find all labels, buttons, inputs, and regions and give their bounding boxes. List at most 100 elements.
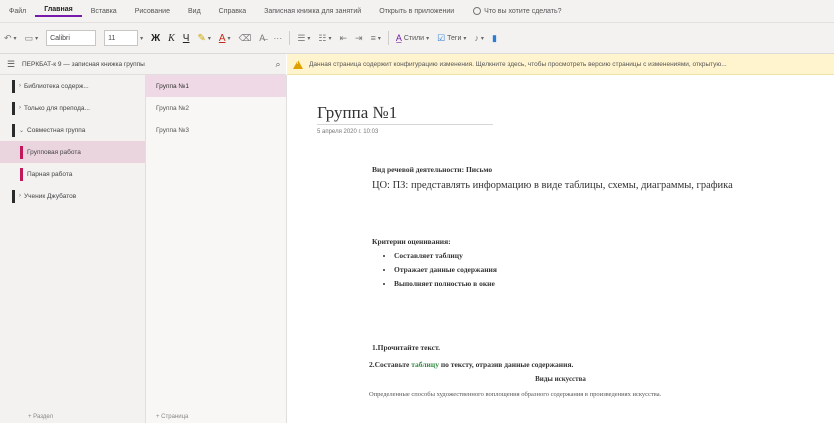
- section-group-item[interactable]: › Только для препода...: [0, 97, 145, 119]
- tab-help[interactable]: Справка: [210, 8, 255, 15]
- underline-button[interactable]: Ч: [179, 33, 194, 44]
- underline-icon: Ч: [182, 32, 190, 44]
- search-icon[interactable]: ⌕: [270, 59, 286, 70]
- section-item[interactable]: Парная работа: [0, 163, 145, 185]
- bullets-button[interactable]: ☰ ▾: [293, 33, 314, 44]
- criteria-heading[interactable]: Критерии оценивания:: [372, 237, 451, 246]
- italic-icon: К: [168, 32, 175, 44]
- tab-home[interactable]: Главная: [35, 6, 82, 17]
- info-bar[interactable]: Данная страница содержит конфигурацию из…: [287, 54, 834, 75]
- section-label: Библиотека содерж...: [24, 82, 89, 90]
- section-color-marker: [20, 145, 23, 159]
- font-name-select[interactable]: Calibri: [46, 30, 97, 46]
- notebook-name[interactable]: ПЕРКБАТ-к 9 — записная книжка группы: [22, 61, 270, 68]
- section-group-item[interactable]: › Ученик Джубатов: [0, 185, 145, 207]
- page-item[interactable]: Группа №2: [146, 97, 286, 119]
- undo-button[interactable]: ↶ ▾: [0, 33, 21, 44]
- more-icon: ···: [273, 33, 283, 43]
- pages-panel: Группа №1 Группа №2 Группа №3 + Страница: [146, 75, 287, 423]
- task-2-text[interactable]: 2.Составьте таблицу по тексту, отразив д…: [369, 360, 573, 369]
- immersive-reader-button[interactable]: ▮: [488, 33, 501, 44]
- bold-icon: Ж: [151, 32, 161, 44]
- align-button[interactable]: ≡ ▾: [367, 33, 385, 43]
- chevron-down-icon: ▾: [227, 35, 231, 42]
- add-page-button[interactable]: + Страница: [156, 414, 188, 420]
- tab-class-notebook[interactable]: Записная книжка для занятий: [255, 8, 370, 15]
- chevron-down-icon: ▾: [463, 35, 467, 42]
- section-color-marker: [12, 123, 15, 137]
- section-group-item[interactable]: › Библиотека содерж...: [0, 75, 145, 97]
- tell-me-text: Что вы хотите сделать?: [484, 7, 562, 15]
- ribbon-toolbar: ↶ ▾ ▭ ▾ Calibri 11 ▾ Ж К Ч ✎ ▾ A ▾ ⌫ A̶ ··· ☰…: [0, 23, 834, 54]
- info-bar-text: Данная страница содержит конфигурацию из…: [309, 60, 727, 68]
- tab-insert[interactable]: Вставка: [82, 8, 126, 15]
- hamburger-icon[interactable]: ☰: [0, 59, 22, 70]
- menu-bar: Файл Главная Вставка Рисование Вид Справ…: [0, 0, 834, 23]
- chevron-down-icon: ▾: [140, 35, 144, 42]
- page-item[interactable]: Группа №3: [146, 119, 286, 141]
- align-left-icon: ≡: [370, 33, 376, 43]
- page-canvas[interactable]: Группа №1 5 апреля 2020 г. 10:03 Вид реч…: [287, 75, 834, 423]
- section-item-selected[interactable]: Групповая работа: [0, 141, 145, 163]
- section-color-marker: [20, 167, 23, 181]
- eraser-icon: ⌫: [238, 32, 252, 43]
- indent-button[interactable]: ⇥: [351, 33, 367, 44]
- more-button[interactable]: ···: [269, 33, 286, 43]
- dictate-button[interactable]: ♪ ▾: [470, 33, 488, 43]
- open-in-app-button[interactable]: Открыть в приложении: [370, 8, 463, 15]
- divider: [289, 31, 291, 45]
- section-label: Совместная группа: [27, 126, 86, 134]
- outdent-button[interactable]: ⇤: [336, 33, 352, 44]
- tab-file[interactable]: Файл: [0, 8, 35, 15]
- bold-button[interactable]: Ж: [147, 33, 164, 44]
- font-size-select[interactable]: 11: [104, 30, 139, 46]
- styles-button[interactable]: A̲ Стили ▾: [392, 33, 433, 43]
- tags-label: Теги: [447, 34, 462, 42]
- art-types-paragraph[interactable]: Определенные способы художественного воп…: [369, 390, 799, 399]
- add-section-button[interactable]: + Раздел: [28, 414, 53, 420]
- reader-icon: ▮: [491, 32, 497, 43]
- tab-view[interactable]: Вид: [179, 8, 210, 15]
- chevron-down-icon: ▾: [328, 35, 332, 42]
- indent-icon: ⇥: [355, 32, 363, 43]
- chevron-right-icon[interactable]: ›: [19, 105, 21, 111]
- section-label: Ученик Джубатов: [24, 192, 77, 200]
- page-date: 5 апреля 2020 г. 10:03: [317, 129, 379, 135]
- chevron-down-icon: ▾: [13, 35, 17, 42]
- activity-line[interactable]: Вид речевой деятельности: Письмо: [372, 165, 492, 174]
- numbering-button[interactable]: ☷ ▾: [314, 33, 335, 44]
- bullet-list-icon: ☰: [297, 32, 306, 43]
- italic-button[interactable]: К: [164, 33, 179, 44]
- clear-format-button[interactable]: ⌫: [235, 33, 256, 44]
- highlighter-icon: ✎: [197, 32, 206, 44]
- section-label: Парная работа: [27, 170, 73, 178]
- paste-button[interactable]: ▭ ▾: [21, 33, 43, 44]
- font-color-icon: A: [218, 32, 226, 44]
- tags-button[interactable]: ☑ Теги ▾: [433, 33, 470, 44]
- chevron-right-icon[interactable]: ›: [19, 83, 21, 89]
- list-item[interactable]: Составляет таблицу: [394, 251, 497, 260]
- format-painter-button[interactable]: A̶: [255, 33, 269, 43]
- page-title[interactable]: Группа №1: [317, 103, 397, 123]
- task-1-text[interactable]: 1.Прочитайте текст.: [372, 343, 440, 352]
- chevron-down-icon: ▾: [426, 35, 430, 42]
- art-types-heading[interactable]: Виды искусства: [287, 375, 834, 383]
- task-2-suffix: по тексту, отразив данные содержания.: [438, 360, 574, 369]
- list-item[interactable]: Выполняет полностью в окне: [394, 279, 497, 288]
- objective-text[interactable]: ЦО: ПЗ: представлять информацию в виде т…: [372, 179, 812, 192]
- title-underline: [317, 124, 493, 125]
- section-color-marker: [12, 101, 15, 115]
- section-group-item[interactable]: ⌄ Совместная группа: [0, 119, 145, 141]
- section-color-marker: [12, 189, 15, 203]
- styles-label: Стили: [403, 34, 425, 42]
- page-item-selected[interactable]: Группа №1: [146, 75, 286, 97]
- highlight-button[interactable]: ✎ ▾: [193, 33, 214, 44]
- list-item[interactable]: Отражает данные содержания: [394, 265, 497, 274]
- tab-draw[interactable]: Рисование: [126, 8, 179, 15]
- table-link[interactable]: таблицу: [411, 360, 439, 369]
- criteria-list: Составляет таблицу Отражает данные содер…: [382, 251, 497, 293]
- font-color-button[interactable]: A ▾: [215, 33, 235, 44]
- chevron-down-icon[interactable]: ⌄: [19, 127, 24, 134]
- chevron-right-icon[interactable]: ›: [19, 193, 21, 199]
- tell-me-box[interactable]: Что вы хотите сделать?: [463, 7, 562, 15]
